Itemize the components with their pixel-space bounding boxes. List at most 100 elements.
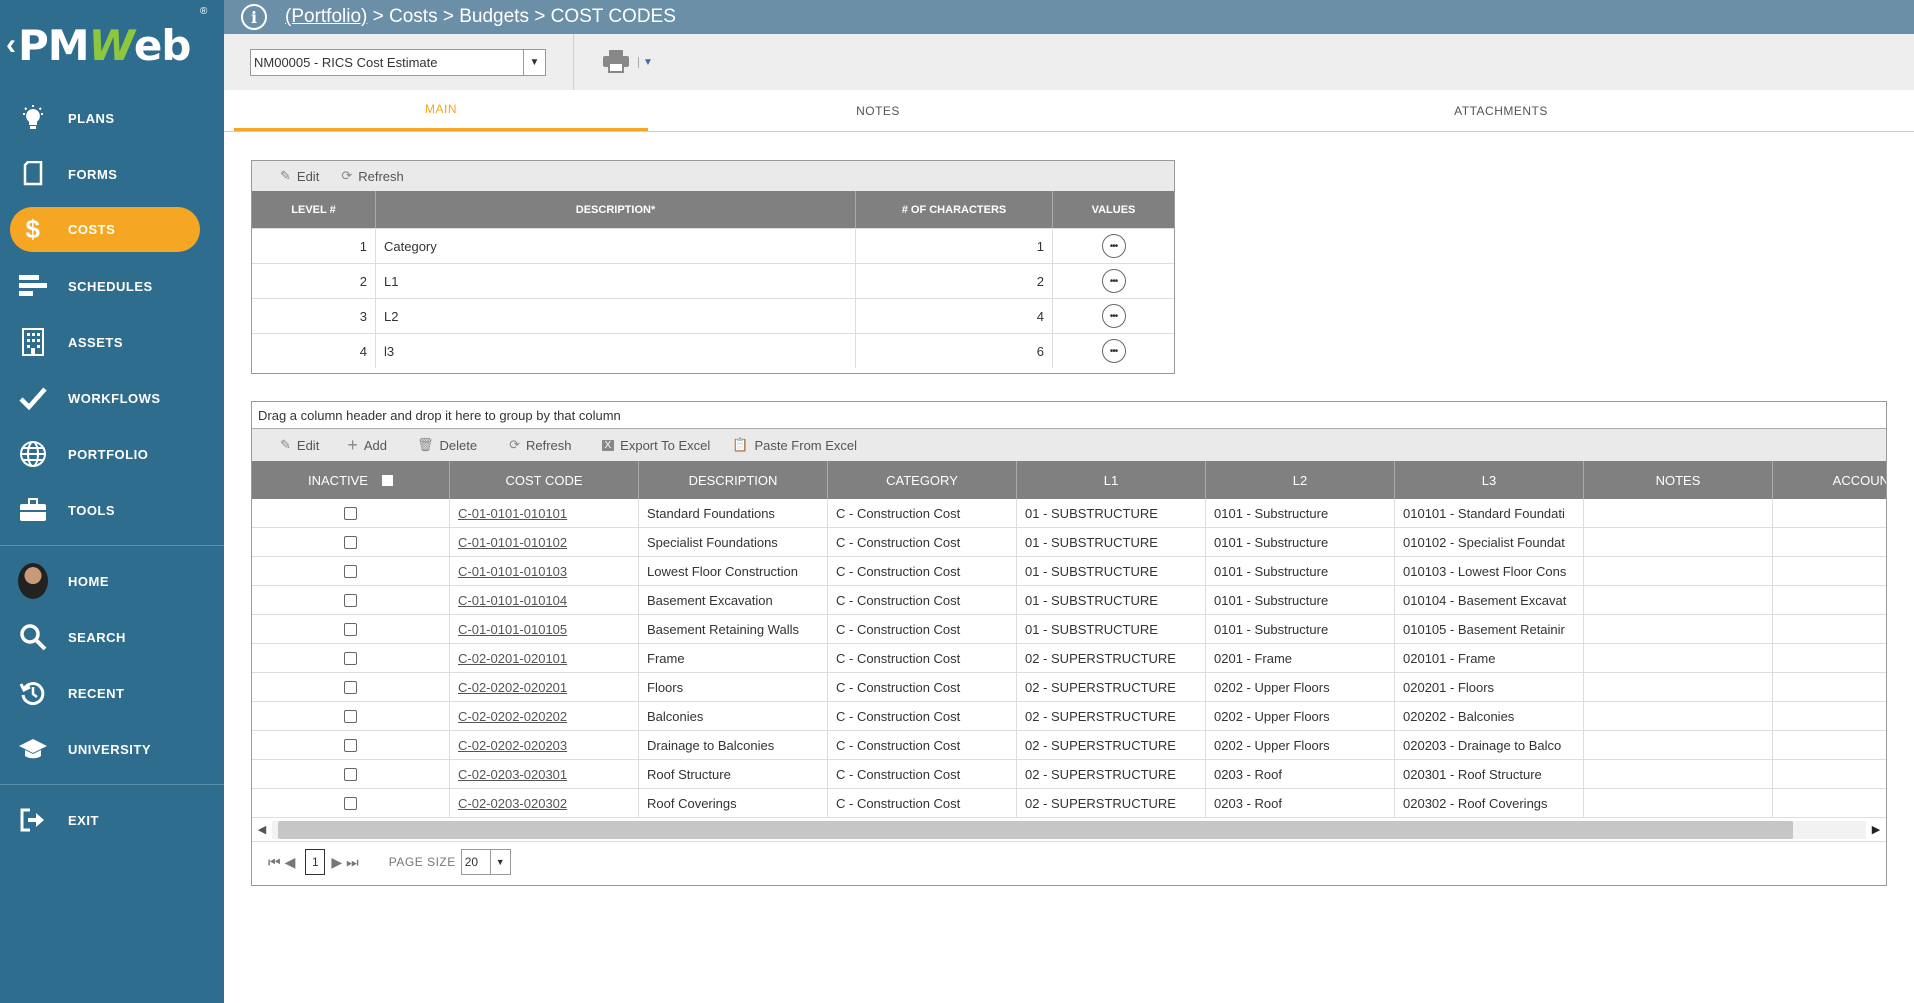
column-header-category[interactable]: CATEGORY xyxy=(828,461,1017,499)
more-options-icon[interactable]: ••• xyxy=(1101,269,1126,293)
sidebar-item-recent[interactable]: RECENT xyxy=(0,665,224,721)
sidebar-item-portfolio[interactable]: PORTFOLIO xyxy=(0,426,224,482)
table-row[interactable]: 4 l3 6 ••• xyxy=(252,333,1174,368)
description-cell[interactable]: L2 xyxy=(376,299,856,333)
sidebar-item-university[interactable]: UNIVERSITY xyxy=(0,721,224,777)
next-page-icon[interactable]: ▶ xyxy=(331,854,342,871)
cost-code-link[interactable]: C-01-0101-010103 xyxy=(458,564,567,579)
last-page-icon[interactable]: ⏭ xyxy=(346,854,359,871)
cost-code-link[interactable]: C-02-0203-020301 xyxy=(458,767,567,782)
select-all-checkbox[interactable] xyxy=(381,474,393,486)
more-options-icon[interactable]: ••• xyxy=(1101,339,1126,363)
tab-main[interactable]: MAIN xyxy=(234,90,648,131)
cost-code-link[interactable]: C-02-0201-020101 xyxy=(458,651,567,666)
scroll-right-arrow-icon[interactable]: ▶ xyxy=(1866,823,1886,836)
add-button[interactable]: + Add xyxy=(347,435,387,456)
refresh-button[interactable]: ⟳ Refresh xyxy=(509,437,571,453)
paste-from-excel-button[interactable]: 📋 Paste From Excel xyxy=(732,437,857,453)
chevron-down-icon[interactable]: ▼ xyxy=(523,49,545,75)
sidebar-item-plans[interactable]: PLANS xyxy=(0,90,224,146)
sidebar-item-home[interactable]: HOME xyxy=(0,553,224,609)
cost-code-link[interactable]: C-02-0203-020302 xyxy=(458,796,567,811)
table-row[interactable]: C-02-0202-020202 Balconies C - Constructio… xyxy=(252,702,1886,731)
horizontal-scrollbar[interactable]: ◀ ▶ xyxy=(252,818,1886,842)
table-row[interactable]: C-01-0101-010101 Standard Foundations C - … xyxy=(252,499,1886,528)
table-row[interactable]: C-01-0101-010103 Lowest Floor Constructio… xyxy=(252,557,1886,586)
column-header-characters[interactable]: # OF CHARACTERS xyxy=(856,191,1053,228)
cost-code-link[interactable]: C-02-0202-020202 xyxy=(458,709,567,724)
edit-button[interactable]: ✎ Edit xyxy=(280,437,319,453)
column-header-l1[interactable]: L1 xyxy=(1017,461,1206,499)
table-row[interactable]: C-01-0101-010102 Specialist Foundations C … xyxy=(252,528,1886,557)
characters-cell[interactable]: 4 xyxy=(856,299,1053,333)
inactive-checkbox[interactable] xyxy=(344,796,357,810)
export-to-excel-button[interactable]: X Export To Excel xyxy=(601,438,710,453)
inactive-checkbox[interactable] xyxy=(344,738,357,752)
scrollbar-thumb[interactable] xyxy=(278,820,1793,839)
sidebar-item-forms[interactable]: FORMS xyxy=(0,146,224,202)
characters-cell[interactable]: 6 xyxy=(856,334,1053,368)
inactive-checkbox[interactable] xyxy=(344,593,357,607)
inactive-checkbox[interactable] xyxy=(344,767,357,781)
table-row[interactable]: 3 L2 4 ••• xyxy=(252,298,1174,333)
table-row[interactable]: C-02-0202-020203 Drainage to Balconies C -… xyxy=(252,731,1886,760)
inactive-checkbox[interactable] xyxy=(344,651,357,665)
table-row[interactable]: C-02-0203-020301 Roof Structure C - Constr… xyxy=(252,760,1886,789)
characters-cell[interactable]: 2 xyxy=(856,264,1053,298)
table-row[interactable]: 1 Category 1 ••• xyxy=(252,228,1174,263)
previous-page-icon[interactable]: ◀ xyxy=(285,854,296,871)
refresh-button[interactable]: ⟳ Refresh xyxy=(341,168,403,184)
characters-cell[interactable]: 1 xyxy=(856,229,1053,263)
cost-code-link[interactable]: C-01-0101-010101 xyxy=(458,506,567,521)
cost-code-link[interactable]: C-01-0101-010105 xyxy=(458,622,567,637)
group-by-drop-area[interactable]: Drag a column header and drop it here to… xyxy=(252,402,1886,429)
column-header-account[interactable]: ACCOUN xyxy=(1773,461,1886,499)
cost-code-link[interactable]: C-02-0202-020203 xyxy=(458,738,567,753)
page-size-select[interactable]: 20 ▼ xyxy=(460,849,511,875)
delete-button[interactable]: 🗑 Delete xyxy=(417,437,477,453)
pmweb-logo[interactable]: ‹ PMWeb ® xyxy=(0,0,224,90)
cost-code-link[interactable]: C-01-0101-010104 xyxy=(458,593,567,608)
current-page[interactable]: 1 xyxy=(305,849,326,875)
sidebar-item-tools[interactable]: TOOLS xyxy=(0,482,224,538)
chevron-down-icon[interactable]: ▼ xyxy=(489,850,510,874)
inactive-checkbox[interactable] xyxy=(344,564,357,578)
column-header-inactive[interactable]: INACTIVE xyxy=(252,461,450,499)
table-row[interactable]: C-01-0101-010105 Basement Retaining Walls… xyxy=(252,615,1886,644)
first-page-icon[interactable]: ⏮ xyxy=(268,854,281,871)
description-cell[interactable]: L1 xyxy=(376,264,856,298)
column-header-description[interactable]: DESCRIPTION* xyxy=(376,191,856,228)
column-header-notes[interactable]: NOTES xyxy=(1584,461,1773,499)
column-header-level[interactable]: LEVEL # xyxy=(252,191,376,228)
table-row[interactable]: C-02-0201-020101 Frame C - Construction Co… xyxy=(252,644,1886,673)
more-options-icon[interactable]: ••• xyxy=(1101,234,1126,258)
sidebar-item-workflows[interactable]: WORKFLOWS xyxy=(0,370,224,426)
column-header-cost-code[interactable]: COST CODE xyxy=(450,461,639,499)
tab-attachments[interactable]: ATTACHMENTS xyxy=(1108,90,1894,131)
column-header-values[interactable]: VALUES xyxy=(1053,191,1174,228)
table-row[interactable]: C-01-0101-010104 Basement Excavation C - C… xyxy=(252,586,1886,615)
table-row[interactable]: 2 L1 2 ••• xyxy=(252,263,1174,298)
print-button[interactable]: ▼ xyxy=(602,49,653,76)
inactive-checkbox[interactable] xyxy=(344,535,357,549)
inactive-checkbox[interactable] xyxy=(344,622,357,636)
cost-code-link[interactable]: C-02-0202-020201 xyxy=(458,680,567,695)
table-row[interactable]: C-02-0202-020201 Floors C - Construction C… xyxy=(252,673,1886,702)
back-chevron-icon[interactable]: ‹ xyxy=(6,28,16,62)
sidebar-item-exit[interactable]: EXIT xyxy=(0,792,224,848)
scroll-left-arrow-icon[interactable]: ◀ xyxy=(252,823,272,836)
cost-code-link[interactable]: C-01-0101-010102 xyxy=(458,535,567,550)
inactive-checkbox[interactable] xyxy=(344,709,357,723)
inactive-checkbox[interactable] xyxy=(344,506,357,520)
tab-notes[interactable]: NOTES xyxy=(648,90,1108,131)
sidebar-item-search[interactable]: SEARCH xyxy=(0,609,224,665)
sidebar-item-schedules[interactable]: SCHEDULES xyxy=(0,258,224,314)
sidebar-item-costs[interactable]: $ COSTS xyxy=(10,207,200,252)
inactive-checkbox[interactable] xyxy=(344,680,357,694)
print-options-caret-icon[interactable]: ▼ xyxy=(638,56,653,68)
breadcrumb-portfolio-link[interactable]: (Portfolio) xyxy=(285,6,367,28)
table-row[interactable]: C-02-0203-020302 Roof Coverings C - Constr… xyxy=(252,789,1886,818)
description-cell[interactable]: l3 xyxy=(376,334,856,368)
info-icon[interactable]: i xyxy=(241,4,267,30)
more-options-icon[interactable]: ••• xyxy=(1101,304,1126,328)
